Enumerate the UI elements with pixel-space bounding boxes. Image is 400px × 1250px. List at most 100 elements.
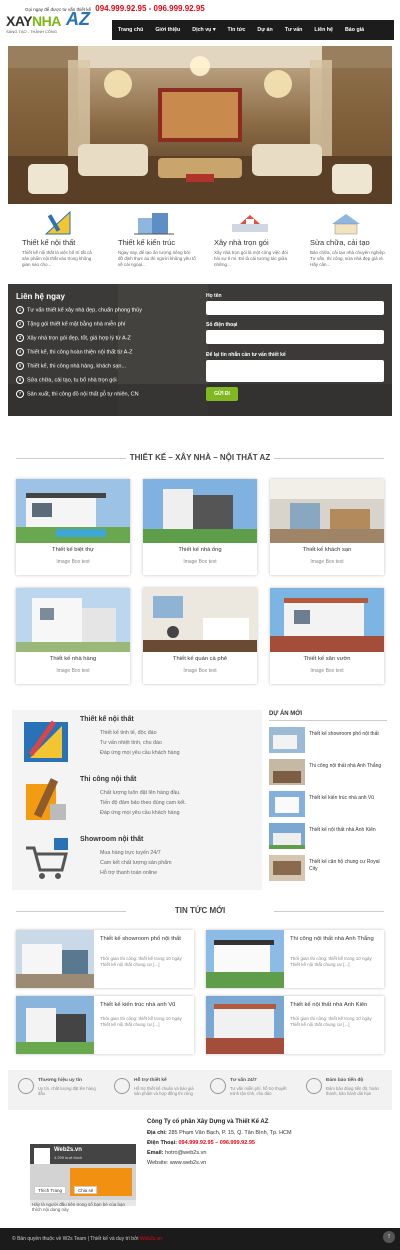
hotline-numbers[interactable]: 094.999.92.95 - 096.999.92.95 bbox=[95, 4, 204, 13]
service-block[interactable]: Thiết kế nội thất Thiết kế tinh tế, độc … bbox=[12, 710, 262, 770]
projects-title: DỰ ÁN MỚI bbox=[269, 711, 303, 717]
address-label: Địa chỉ: bbox=[147, 1130, 167, 1136]
service-block[interactable]: Showroom nội thất Mua hàng trực tuyến 24… bbox=[12, 830, 262, 890]
nav-item-home[interactable]: Trang chủ bbox=[112, 20, 149, 40]
news-card[interactable]: Thiết kế kiến trúc nhà anh Vũ Thời gian … bbox=[16, 996, 194, 1054]
send-button[interactable]: GỬI ĐI bbox=[206, 387, 238, 401]
footer-company-name: Công Ty cổ phần Xây Dựng và Thiết Kế AZ bbox=[147, 1119, 269, 1125]
facebook-page-widget[interactable]: Web2s.vn 4.299 lượt thích Thích Trang Ch… bbox=[30, 1144, 136, 1206]
product-card[interactable]: Thiết kế quán cà phê Image Box text bbox=[143, 588, 257, 684]
benefit-title: Đảm bảo tiến độ bbox=[326, 1078, 364, 1083]
contact-item: 4 Thiết kế, thi công hoàn thiện nội thất … bbox=[16, 348, 133, 356]
benefit-desc: Hỗ trợ thiết kế chuẩn và báo giá sản phẩ… bbox=[134, 1086, 194, 1096]
message-textarea[interactable] bbox=[206, 360, 384, 382]
fb-like-button[interactable]: Thích Trang bbox=[34, 1186, 67, 1194]
news-excerpt: Thời gian thi công: thiết kế trong 10 ng… bbox=[100, 1016, 182, 1027]
features-row: Thiết kế nội thất Thiết kế nội thất là v… bbox=[8, 204, 392, 284]
news-title: Thi công nội thất nhà Anh Thắng bbox=[290, 936, 374, 942]
service-line: Đáp ứng mọi yêu cầu khách hàng bbox=[100, 750, 180, 756]
news-excerpt: Thời gian thi công: thiết kế trong 10 ng… bbox=[290, 1016, 372, 1027]
project-title: Thiết kế kiến trúc nhà anh Vũ bbox=[309, 795, 375, 801]
benefit-title: Tư vấn 24/7 bbox=[230, 1078, 257, 1083]
project-thumb bbox=[269, 791, 305, 817]
news-card[interactable]: Thiết kế nội thất nhà Anh Kiên Thời gian… bbox=[206, 996, 384, 1054]
contact-item: 5 Thiết kế, thi công nhà hàng, khách sạn.… bbox=[16, 362, 126, 370]
renovation-house-icon bbox=[326, 210, 366, 236]
project-title: Thiết kế căn hộ chung cư Royal City bbox=[309, 859, 380, 872]
product-card[interactable]: Thiết kế khách sạn Image Box text bbox=[270, 479, 384, 575]
house-blueprint-icon bbox=[230, 210, 270, 236]
project-item[interactable]: Thiết kế kiến trúc nhà anh Vũ bbox=[269, 791, 387, 817]
site-logo[interactable]: XAYNHA AZ SÁNG TẠO - THÀNH CÔNG bbox=[6, 9, 90, 41]
news-title: Thiết kế kiến trúc nhà anh Vũ bbox=[100, 1002, 176, 1008]
project-item[interactable]: Thi công nội thất nhà Anh Thắng bbox=[269, 759, 387, 785]
feature-desc: Thiết kế nội thất là việc bố trí tất cả … bbox=[22, 250, 92, 267]
card-subtitle: Image Box text bbox=[183, 559, 217, 565]
project-item[interactable]: Thiết kế căn hộ chung cư Royal City bbox=[269, 855, 387, 881]
benefit-item: Hỗ trợ thiết kế Hỗ trợ thiết kế chuẩn và… bbox=[110, 1075, 200, 1105]
nav-item-consult[interactable]: Tư vấn bbox=[279, 20, 309, 40]
townhouse-image bbox=[143, 479, 257, 543]
feature-architecture[interactable]: Thiết kế kiến trúc Ngay nay, để tạo ẩn t… bbox=[104, 204, 200, 284]
fb-note: Hãy là người đầu tiên trong số bạn bè củ… bbox=[32, 1202, 126, 1212]
card-title: Thiết kế nhà ống bbox=[178, 547, 222, 553]
hotline-bar: Gọi ngay để được tư vấn thiết kế 094.999… bbox=[25, 4, 205, 13]
design-support-icon bbox=[114, 1078, 130, 1094]
news-title: Thiết kế showroom phố nội thất bbox=[100, 936, 181, 942]
name-input[interactable] bbox=[206, 301, 384, 315]
benefit-desc: Tư vấn miễn phí, hỗ trợ thuyết minh tận … bbox=[230, 1086, 287, 1096]
feature-turnkey[interactable]: Xây nhà trọn gói Xây nhà trọn gói là một… bbox=[200, 204, 296, 284]
news-card[interactable]: Thiết kế showroom phố nội thất Thời gian… bbox=[16, 930, 194, 988]
card-title: Thiết kế biệt thự bbox=[52, 547, 94, 553]
news-thumb bbox=[16, 930, 94, 988]
service-line: Tiến độ đảm bảo theo đúng cam kết. bbox=[100, 800, 187, 806]
service-line: Mua hàng trực tuyến 24/7 bbox=[100, 850, 161, 856]
project-thumb bbox=[269, 855, 305, 881]
nav-item-quote[interactable]: Báo giá bbox=[339, 20, 370, 40]
product-card[interactable]: Thiết kế nhà ống Image Box text bbox=[143, 479, 257, 575]
card-subtitle: Image Box text bbox=[310, 559, 344, 565]
project-item[interactable]: Thiết kế nội thất nhà Anh Kiên bbox=[269, 823, 387, 849]
shopping-cart-icon bbox=[20, 834, 72, 886]
nav-item-projects[interactable]: Dự án bbox=[251, 20, 278, 40]
feature-interior[interactable]: Thiết kế nội thất Thiết kế nội thất là v… bbox=[8, 204, 104, 284]
benefit-title: Hỗ trợ thiết kế bbox=[134, 1078, 167, 1083]
service-title: Showroom nội thất bbox=[80, 836, 144, 843]
card-subtitle: Image Box text bbox=[310, 668, 344, 674]
nav-item-services[interactable]: Dịch vụ ▾ bbox=[186, 20, 221, 40]
card-title: Thiết kế khách sạn bbox=[302, 547, 352, 553]
product-card[interactable]: Thiết kế nhà hàng Image Box text bbox=[16, 588, 130, 684]
nav-item-news[interactable]: Tin tức bbox=[222, 20, 252, 40]
copyright-brand-link[interactable]: Web2s.vn bbox=[140, 1236, 162, 1242]
back-to-top-icon[interactable]: ↑ bbox=[383, 1231, 395, 1243]
benefit-item: Đảm bảo tiến độ Đảm bảo đúng tiến độ, ho… bbox=[302, 1075, 392, 1105]
service-title: Thi công nội thất bbox=[80, 776, 137, 783]
service-block[interactable]: Thi công nội thất Chất lượng luôn đặt lê… bbox=[12, 770, 262, 830]
card-subtitle: Image Box text bbox=[56, 559, 90, 565]
service-line: Thiết kế tinh tế, độc đáo bbox=[100, 730, 157, 736]
card-subtitle: Image Box text bbox=[183, 668, 217, 674]
hero-banner-image bbox=[8, 46, 392, 204]
trusted-brand-icon bbox=[18, 1078, 34, 1094]
feature-desc: Bảo chữa, cải tạo nhà chuyên nghiệp. Tư … bbox=[310, 250, 386, 267]
footer-email[interactable]: Email: hotro@web2s.vn bbox=[147, 1150, 206, 1156]
fb-share-button[interactable]: Chia sẻ bbox=[74, 1186, 98, 1194]
villa-image bbox=[16, 479, 130, 543]
fb-page-name[interactable]: Web2s.vn bbox=[54, 1147, 82, 1153]
product-card[interactable]: Thiết kế sân vườn Image Box text bbox=[270, 588, 384, 684]
news-thumb bbox=[206, 930, 284, 988]
phone-input[interactable] bbox=[206, 330, 384, 344]
project-item[interactable]: Thiết kế showroom phố nội thất bbox=[269, 727, 387, 753]
nav-item-contact[interactable]: Liên hệ bbox=[308, 20, 339, 40]
feature-renovation[interactable]: Sửa chữa, cải tạo Bảo chữa, cải tạo nhà … bbox=[296, 204, 392, 284]
benefit-item: Thương hiệu uy tín Uy tín, chất lượng đặ… bbox=[14, 1075, 104, 1105]
contact-title: Liên hệ ngay bbox=[16, 292, 65, 301]
footer-address: Địa chỉ: 285 Phạm Văn Bạch, P. 15, Q. Tâ… bbox=[147, 1130, 292, 1136]
news-card[interactable]: Thi công nội thất nhà Anh Thắng Thời gia… bbox=[206, 930, 384, 988]
project-thumb bbox=[269, 727, 305, 753]
nav-item-about[interactable]: Giới thiệu bbox=[149, 20, 186, 40]
projects-divider bbox=[269, 720, 387, 721]
footer-website[interactable]: Website: www.web2s.vn bbox=[147, 1160, 206, 1166]
product-card[interactable]: Thiết kế biệt thự Image Box text bbox=[16, 479, 130, 575]
benefit-desc: Uy tín, chất lượng đặt lên hàng đầu bbox=[38, 1086, 96, 1096]
